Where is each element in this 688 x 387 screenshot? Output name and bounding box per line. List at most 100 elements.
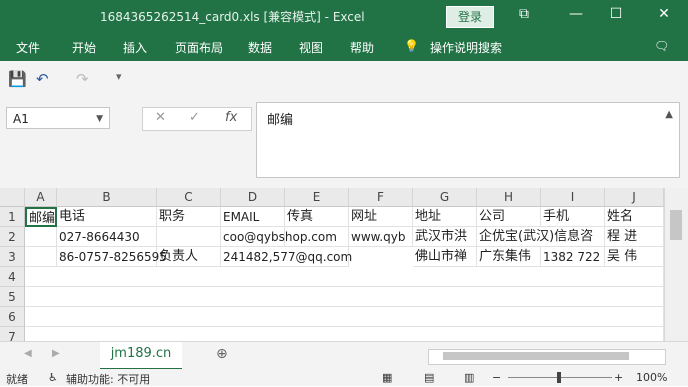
- page-break-view-icon[interactable]: ▥: [464, 371, 474, 384]
- tell-me-search[interactable]: 操作说明搜索: [430, 39, 502, 56]
- redo-icon[interactable]: ↷: [76, 70, 89, 88]
- cell-D1[interactable]: EMAIL: [221, 207, 285, 227]
- column-header-H[interactable]: H: [477, 188, 541, 207]
- save-icon[interactable]: 💾: [8, 70, 27, 88]
- sheet-tab-active[interactable]: jm189.cn: [100, 342, 182, 370]
- maximize-icon[interactable]: ☐: [606, 6, 626, 22]
- vertical-scrollbar[interactable]: [664, 188, 688, 341]
- page-layout-view-icon[interactable]: ▤: [424, 371, 434, 384]
- accessibility-icon: ♿: [48, 371, 58, 384]
- cell-A2[interactable]: [25, 227, 57, 247]
- cancel-icon[interactable]: ✕: [155, 110, 166, 125]
- cell-D3[interactable]: 241482,577@qq.com: [221, 247, 352, 267]
- comment-icon[interactable]: 🗨: [654, 39, 669, 53]
- login-button[interactable]: 登录: [446, 6, 494, 28]
- close-icon[interactable]: ✕: [654, 6, 674, 22]
- tab-data[interactable]: 数据: [248, 39, 272, 56]
- tab-home[interactable]: 开始: [72, 39, 96, 56]
- cell-H1[interactable]: 公司: [477, 207, 541, 227]
- undo-icon[interactable]: ↶: [36, 70, 49, 88]
- tab-insert[interactable]: 插入: [123, 39, 147, 56]
- formula-content: 邮编: [267, 113, 294, 128]
- cell-D2[interactable]: coo@qybshop.com: [221, 227, 337, 247]
- cell-G3[interactable]: 佛山市禅: [413, 247, 477, 267]
- column-header-B[interactable]: B: [57, 188, 157, 207]
- horizontal-scroll-thumb[interactable]: [443, 352, 629, 360]
- column-header-G[interactable]: G: [413, 188, 477, 207]
- row-4-cells[interactable]: [25, 267, 664, 287]
- cell-B2[interactable]: 027-8664430: [57, 227, 157, 247]
- row-5-cells[interactable]: [25, 287, 664, 307]
- cell-B1[interactable]: 电话: [57, 207, 157, 227]
- column-header-D[interactable]: D: [221, 188, 285, 207]
- zoom-out-icon[interactable]: −: [492, 371, 501, 384]
- row-header-5[interactable]: 5: [0, 287, 25, 307]
- customize-icon[interactable]: ▾: [116, 70, 122, 83]
- column-header-F[interactable]: F: [349, 188, 413, 207]
- formula-buttons: ✕ ✓ fx: [142, 107, 252, 131]
- ribbon-tabs: 文件 开始 插入 页面布局 数据 视图 帮助 💡 操作说明搜索 🗨: [0, 34, 688, 61]
- accessibility-status[interactable]: 辅助功能: 不可用: [66, 371, 150, 387]
- scroll-left-icon[interactable]: ◀: [24, 348, 32, 359]
- cell-B3[interactable]: 86-0757-8256595: [57, 247, 167, 267]
- cell-J1[interactable]: 姓名: [605, 207, 664, 227]
- zoom-in-icon[interactable]: +: [614, 371, 623, 384]
- row-header-2[interactable]: 2: [0, 227, 25, 247]
- status-bar: 就绪 ♿ 辅助功能: 不可用 ▦ ▤ ▥ − + 100%: [0, 369, 688, 386]
- cell-F2[interactable]: www.qyb: [349, 227, 413, 247]
- zoom-level[interactable]: 100%: [636, 371, 667, 384]
- name-box[interactable]: A1 ▼: [6, 107, 110, 129]
- cell-I1[interactable]: 手机: [541, 207, 605, 227]
- column-header-I[interactable]: I: [541, 188, 605, 207]
- ribbon-display-icon[interactable]: ⧉: [514, 6, 534, 22]
- cell-A3[interactable]: [25, 247, 57, 267]
- enter-icon[interactable]: ✓: [189, 110, 200, 125]
- horizontal-scrollbar[interactable]: [428, 349, 666, 365]
- window-title: 1684365262514_card0.xls [兼容模式] - Excel: [100, 10, 365, 24]
- cell-E2[interactable]: [285, 227, 349, 247]
- column-header-E[interactable]: E: [285, 188, 349, 207]
- collapse-icon[interactable]: ▲: [665, 109, 673, 120]
- cell-G1[interactable]: 地址: [413, 207, 477, 227]
- cell-C1[interactable]: 职务: [157, 207, 221, 227]
- cell-A1[interactable]: 邮编: [25, 207, 57, 227]
- cell-E1[interactable]: 传真: [285, 207, 349, 227]
- cell-J2[interactable]: 程 进: [605, 227, 664, 247]
- tab-file[interactable]: 文件: [16, 39, 40, 56]
- row-header-6[interactable]: 6: [0, 307, 25, 327]
- scroll-right-icon[interactable]: ▶: [52, 348, 60, 359]
- minimize-icon[interactable]: —: [566, 6, 586, 22]
- row-7-cells[interactable]: [25, 327, 664, 341]
- cell-J3[interactable]: 吴 伟: [605, 247, 664, 267]
- cell-H2[interactable]: 企优宝(武汉)信息咨: [477, 227, 605, 247]
- quick-access-toolbar: 💾 ↶ ↷ ▾: [0, 61, 688, 98]
- normal-view-icon[interactable]: ▦: [382, 371, 392, 384]
- column-header-J[interactable]: J: [605, 188, 664, 207]
- zoom-slider-thumb[interactable]: [557, 372, 561, 383]
- row-header-4[interactable]: 4: [0, 267, 25, 287]
- vertical-scroll-thumb[interactable]: [670, 210, 682, 240]
- cell-G2[interactable]: 武汉市洪: [413, 227, 477, 247]
- formula-bar: A1 ▼ ✕ ✓ fx 邮编 ▲: [0, 97, 688, 188]
- insert-function-icon[interactable]: fx: [225, 110, 237, 125]
- worksheet-grid[interactable]: A B C D E F G H I J 1 2 3 4 5 6 7 邮编 电话 …: [0, 188, 688, 341]
- cell-F1[interactable]: 网址: [349, 207, 413, 227]
- cell-I3[interactable]: 1382 722: [541, 247, 605, 267]
- chevron-down-icon[interactable]: ▼: [96, 108, 103, 130]
- column-header-C[interactable]: C: [157, 188, 221, 207]
- tab-view[interactable]: 视图: [299, 39, 323, 56]
- sheet-tab-bar: ◀ ▶ jm189.cn ⊕: [0, 341, 688, 370]
- row-header-1[interactable]: 1: [0, 207, 25, 227]
- add-sheet-icon[interactable]: ⊕: [216, 346, 228, 362]
- tab-help[interactable]: 帮助: [350, 39, 374, 56]
- tab-page-layout[interactable]: 页面布局: [175, 39, 223, 56]
- row-6-cells[interactable]: [25, 307, 664, 327]
- select-all-corner[interactable]: [0, 188, 25, 207]
- cell-C2[interactable]: [157, 227, 221, 247]
- cell-C3[interactable]: 负责人: [157, 247, 221, 267]
- column-header-A[interactable]: A: [25, 188, 57, 207]
- formula-input[interactable]: 邮编 ▲: [256, 102, 680, 178]
- row-header-3[interactable]: 3: [0, 247, 25, 267]
- cell-H3[interactable]: 广东集伟: [477, 247, 541, 267]
- row-header-7[interactable]: 7: [0, 327, 25, 341]
